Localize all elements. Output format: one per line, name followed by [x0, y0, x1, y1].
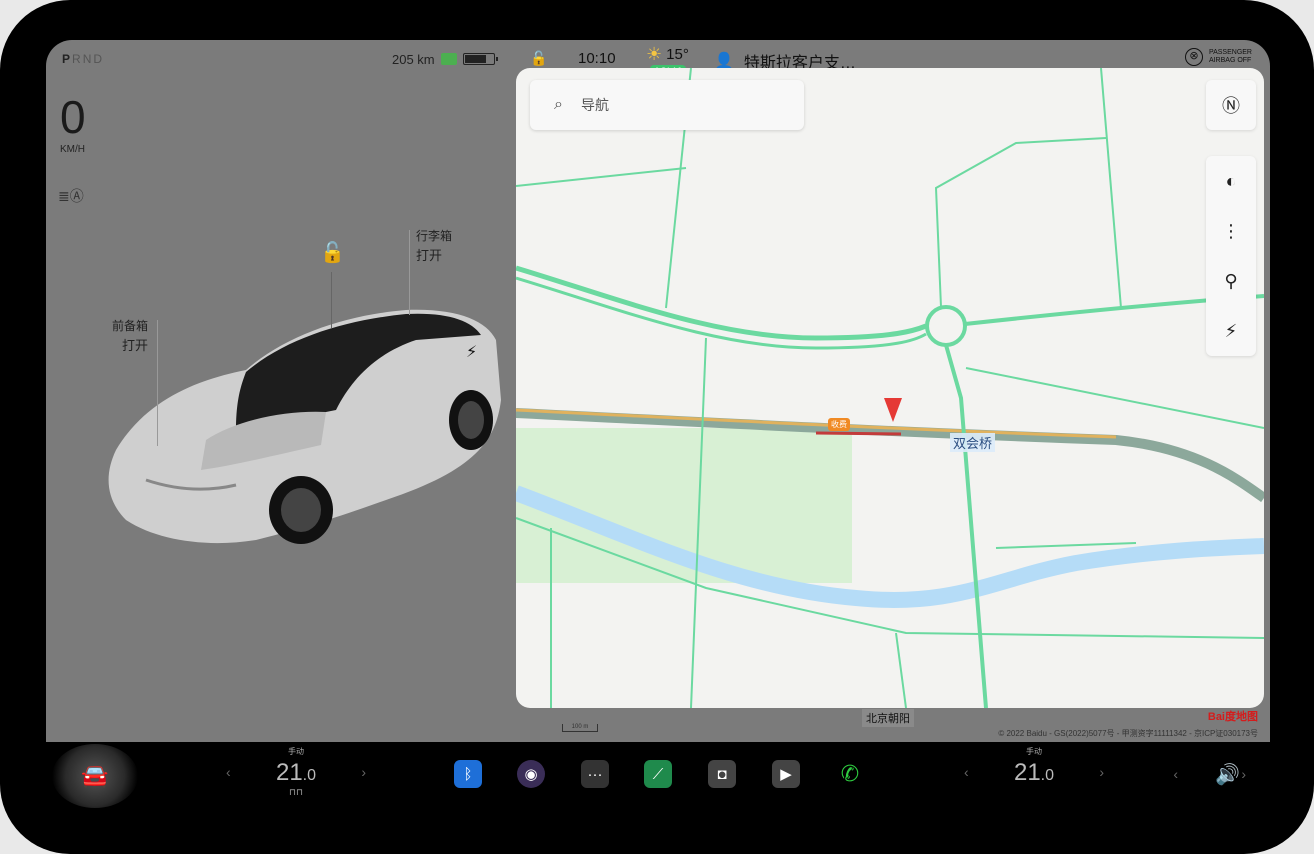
driver-temp-value: 21.0	[226, 759, 366, 787]
gear-p: P	[62, 52, 73, 66]
passenger-temp-decimal: .0	[1040, 767, 1055, 784]
speed-value: 0	[60, 91, 86, 143]
chevron-left-icon[interactable]: ‹	[226, 764, 231, 780]
frunk-control[interactable]: 前备箱 打开	[112, 316, 148, 356]
search-icon: ⌕	[554, 96, 563, 113]
driver-temp-decimal: .0	[302, 767, 317, 784]
map-roads	[516, 68, 1264, 708]
baidu-map-logo: Bai度地图	[1207, 711, 1258, 723]
passenger-climate-mode: 手动	[1026, 747, 1042, 756]
driver-climate[interactable]: 手动 21.0 ⊓⊓ ‹ ›	[226, 742, 366, 810]
airbag-off-icon: ⊗	[1184, 48, 1203, 66]
passenger-temp-int: 21	[1013, 759, 1041, 786]
street-label: 双会桥	[950, 433, 996, 452]
search-placeholder: 导航	[580, 97, 609, 113]
weather[interactable]: ☀ 15°	[646, 44, 689, 65]
airbag-line1: PASSENGER	[1208, 49, 1252, 56]
auto-headlight-icon[interactable]: ≣Ⓐ	[58, 186, 84, 206]
energy-chart-icon[interactable]: ⟋	[644, 760, 672, 788]
screen: P R N D 205 km 0 KM/H ≣Ⓐ 行李箱 打开 前备箱 打开 🔓…	[46, 40, 1270, 810]
battery-icon	[462, 53, 498, 65]
passenger-temp-value: 21.0	[964, 759, 1104, 787]
location-pin-icon[interactable]: ⚲	[1206, 256, 1256, 306]
phone-icon[interactable]: ✆	[836, 760, 864, 788]
navigation-search[interactable]: ⌕ 导航	[530, 80, 804, 130]
chevron-right-icon[interactable]: ›	[361, 764, 366, 780]
trunk-leader-line	[409, 230, 410, 315]
chevron-left-icon[interactable]: ‹	[964, 764, 969, 780]
frunk-state: 打开	[122, 338, 149, 353]
driver-climate-mode: 手动	[288, 747, 304, 756]
charging-station-icon[interactable]: ⚡	[1206, 306, 1256, 356]
charge-port-icon[interactable]: ⚡	[466, 342, 477, 362]
dashcam-icon[interactable]: ◘	[708, 760, 736, 788]
lock-leader-line	[331, 272, 332, 328]
car-icon[interactable]: 🚘	[52, 744, 138, 808]
district-label: 北京朝阳	[862, 709, 914, 727]
camera-lens-icon[interactable]: ◉	[517, 760, 545, 788]
volume-icon[interactable]: 🔊	[1215, 762, 1240, 787]
gear-r: R	[72, 52, 83, 66]
car-illustration[interactable]	[86, 280, 526, 640]
temperature: 15°	[666, 46, 689, 63]
volume-up-chevron-icon[interactable]: ›	[1241, 766, 1246, 782]
more-apps-icon[interactable]: ···	[581, 760, 609, 788]
scale-bar: 100 m	[562, 724, 598, 732]
trunk-label: 行李箱	[416, 229, 453, 243]
gear-d: D	[93, 52, 105, 66]
frunk-label: 前备箱	[112, 319, 149, 333]
speed-unit: KM/H	[60, 144, 85, 155]
trunk-control[interactable]: 行李箱 打开	[416, 226, 452, 266]
passenger-airbag-status: ⊗ PASSENGER AIRBAG OFF	[1184, 48, 1252, 66]
compass-button[interactable]: Ⓝ	[1206, 80, 1256, 130]
theater-icon[interactable]: ▶	[772, 760, 800, 788]
traffic-light-icon[interactable]: ⋮	[1206, 206, 1256, 256]
charging-icon	[440, 53, 457, 65]
range-indicator[interactable]: 205 km	[392, 40, 498, 78]
map-copyright: © 2022 Baidu - GS(2022)5077号 - 甲测资字11111…	[998, 729, 1258, 738]
gear-n: N	[82, 52, 94, 66]
seat-heater-icon[interactable]: ⊓⊓	[226, 787, 366, 798]
bluetooth-icon[interactable]: ᛒ	[454, 760, 482, 788]
battery-level-fill	[464, 55, 486, 63]
trunk-state: 打开	[416, 248, 443, 263]
map-footer: 100 m 北京朝阳 Bai度地图 © 2022 Baidu - GS(2022…	[516, 708, 1270, 742]
bottom-dock: 🚘 手动 21.0 ⊓⊓ ‹ › ᛒ ◉ ··· ⟋ ◘ ▶ ✆ 手动 21.0…	[46, 742, 1270, 810]
frunk-leader-line	[157, 320, 158, 446]
passenger-climate[interactable]: 手动 21.0 ‹ ›	[964, 742, 1104, 810]
door-lock-icon[interactable]: 🔓	[320, 240, 345, 265]
globe-icon[interactable]: ◐	[1206, 156, 1256, 206]
gear-indicator: P R N D	[62, 40, 104, 78]
map-view[interactable]: 收费 双会桥 ⌕ 导航 Ⓝ ◐ ⋮ ⚲ ⚡	[516, 68, 1264, 708]
lock-icon[interactable]: 🔓	[530, 50, 547, 67]
volume-down-chevron-icon[interactable]: ‹	[1173, 766, 1178, 782]
driver-temp-int: 21	[275, 759, 303, 786]
airbag-line2: AIRBAG OFF	[1208, 57, 1252, 64]
clock: 10:10	[578, 50, 616, 67]
range-text: 205 km	[392, 51, 435, 67]
sun-icon: ☀	[646, 44, 663, 64]
compass-north-icon: Ⓝ	[1222, 96, 1240, 116]
chevron-right-icon[interactable]: ›	[1099, 764, 1104, 780]
toll-badge: 收费	[828, 418, 850, 431]
map-controls: ◐ ⋮ ⚲ ⚡	[1206, 156, 1256, 356]
